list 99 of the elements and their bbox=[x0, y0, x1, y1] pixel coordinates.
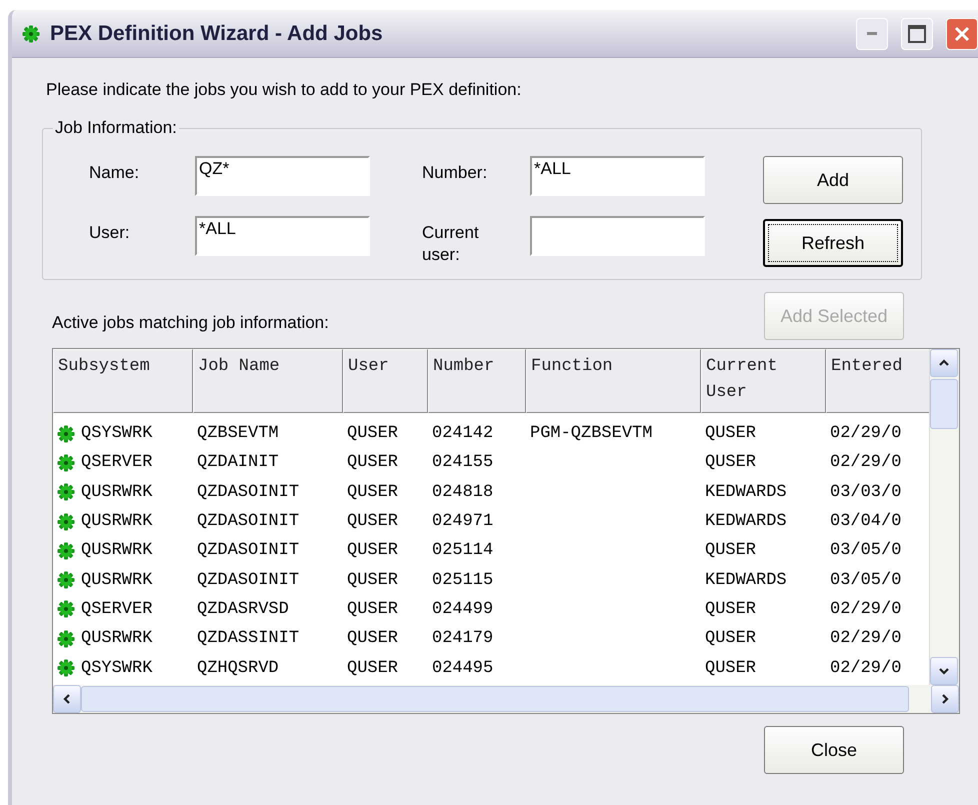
table-cell: 024499 bbox=[432, 600, 494, 619]
gear-icon bbox=[57, 512, 75, 531]
table-cell: 03/04/0 bbox=[830, 512, 902, 532]
table-cell: QSERVER bbox=[81, 600, 152, 619]
window-title: PEX Definition Wizard - Add Jobs bbox=[50, 22, 384, 46]
column-header[interactable]: Subsystem bbox=[53, 349, 193, 413]
table-cell: QUSER bbox=[347, 424, 398, 444]
table-cell: QSYSWRK bbox=[81, 424, 152, 444]
table-cell: QUSER bbox=[347, 512, 398, 532]
gear-icon bbox=[57, 424, 75, 443]
table-cell: QSERVER bbox=[81, 453, 152, 472]
table-cell: QUSRWRK bbox=[81, 512, 152, 532]
table-cell: QUSER bbox=[347, 600, 398, 619]
close-icon bbox=[954, 26, 970, 42]
table-cell: 025114 bbox=[432, 541, 494, 560]
text-field[interactable]: *ALL bbox=[530, 156, 705, 196]
table-cell: QZDASRVSD bbox=[197, 600, 289, 619]
table-cell: QZDAINIT bbox=[197, 453, 279, 472]
table-cell: 02/29/0 bbox=[830, 629, 902, 648]
close-dialog-button[interactable]: Close bbox=[764, 726, 904, 774]
table-cell: QZHQSRVD bbox=[197, 658, 279, 678]
maximize-icon bbox=[908, 24, 926, 42]
table-caption: Active jobs matching job information: bbox=[52, 312, 329, 333]
minimize-icon bbox=[867, 32, 877, 36]
maximize-button[interactable] bbox=[901, 18, 933, 50]
refresh-button[interactable]: Refresh bbox=[763, 219, 903, 267]
field-label: User: bbox=[89, 222, 131, 244]
scroll-thumb[interactable] bbox=[81, 686, 909, 712]
table-cell: 03/05/0 bbox=[830, 570, 902, 590]
gear-icon bbox=[57, 659, 75, 678]
text-field[interactable]: QZ* bbox=[195, 156, 370, 196]
table-cell: QUSER bbox=[347, 482, 398, 502]
table-cell: QUSER bbox=[347, 570, 398, 590]
table-cell: 02/29/0 bbox=[830, 424, 902, 444]
table-cell: 025115 bbox=[432, 570, 494, 590]
table-cell: QUSER bbox=[347, 629, 398, 648]
table-cell: QUSER bbox=[705, 600, 756, 619]
table-cell: 03/05/0 bbox=[830, 541, 902, 560]
table-cell: 02/29/0 bbox=[830, 658, 902, 678]
table-cell: QUSER bbox=[705, 629, 756, 648]
table-cell: QUSER bbox=[347, 658, 398, 678]
table-cell: QZDASSINIT bbox=[197, 629, 300, 648]
column-header[interactable]: Job Name bbox=[193, 349, 343, 413]
table-cell: QUSER bbox=[347, 541, 398, 560]
field-label: Current user: bbox=[422, 222, 480, 266]
table-cell: QUSER bbox=[705, 541, 756, 560]
table-cell: 024818 bbox=[432, 482, 494, 502]
minimize-button[interactable] bbox=[856, 18, 888, 50]
table-cell: 02/29/0 bbox=[830, 453, 902, 472]
gear-icon bbox=[57, 571, 75, 590]
table-cell: KEDWARDS bbox=[705, 512, 787, 532]
table-cell: QZDASOINIT bbox=[197, 482, 300, 502]
table-cell: QUSER bbox=[705, 453, 756, 472]
gear-icon bbox=[57, 483, 75, 502]
instruction-text: Please indicate the jobs you wish to add to your PEX definition: bbox=[45, 80, 522, 100]
table-cell: 024155 bbox=[432, 453, 494, 472]
column-header[interactable]: Function bbox=[526, 349, 701, 413]
table-cell: KEDWARDS bbox=[705, 482, 787, 502]
table-cell: KEDWARDS bbox=[705, 570, 787, 590]
table-cell: QSYSWRK bbox=[81, 658, 152, 678]
scroll-left-icon bbox=[61, 693, 73, 705]
table-cell: QUSER bbox=[705, 424, 756, 444]
table-cell: QUSRWRK bbox=[81, 629, 152, 648]
table-cell: 024495 bbox=[432, 658, 494, 678]
vertical-scrollbar[interactable] bbox=[929, 349, 959, 685]
table-cell: QUSRWRK bbox=[81, 541, 152, 560]
scroll-down-icon bbox=[938, 665, 950, 677]
field-label: Number: bbox=[422, 162, 488, 184]
scroll-right-icon bbox=[939, 693, 951, 705]
table-cell: 03/03/0 bbox=[830, 482, 902, 502]
field-label: Name: bbox=[89, 162, 140, 184]
table-cell: QZDASOINIT bbox=[197, 570, 300, 590]
column-header[interactable]: Number bbox=[428, 349, 526, 413]
table-cell: QZDASOINIT bbox=[197, 541, 300, 560]
horizontal-scrollbar[interactable] bbox=[53, 685, 959, 713]
table-cell: PGM-QZBSEVTM bbox=[530, 424, 652, 444]
text-field[interactable]: *ALL bbox=[195, 216, 370, 256]
table-cell: 024179 bbox=[432, 629, 494, 648]
close-button[interactable] bbox=[946, 18, 978, 50]
gear-icon bbox=[57, 600, 75, 618]
table-cell: QZDASOINIT bbox=[197, 512, 300, 532]
scroll-thumb[interactable] bbox=[930, 379, 958, 429]
group-title: Job Information: bbox=[54, 118, 178, 138]
table-cell: QUSER bbox=[347, 453, 398, 472]
table-cell: QUSRWRK bbox=[81, 482, 152, 502]
table-cell: 02/29/0 bbox=[830, 600, 902, 619]
table-cell: QUSER bbox=[705, 658, 756, 678]
gear-icon bbox=[57, 454, 75, 472]
table-cell: 024971 bbox=[432, 512, 494, 532]
text-field[interactable] bbox=[530, 216, 705, 256]
table-cell: 024142 bbox=[432, 424, 494, 444]
add-button[interactable]: Add bbox=[763, 156, 903, 204]
gear-icon bbox=[57, 542, 75, 560]
column-header[interactable]: User bbox=[343, 349, 428, 413]
gear-icon bbox=[57, 630, 75, 648]
column-header[interactable]: Current User bbox=[701, 349, 826, 413]
gear-icon bbox=[22, 24, 40, 42]
table-cell: QZBSEVTM bbox=[197, 424, 279, 444]
table-cell: QUSRWRK bbox=[81, 570, 152, 590]
